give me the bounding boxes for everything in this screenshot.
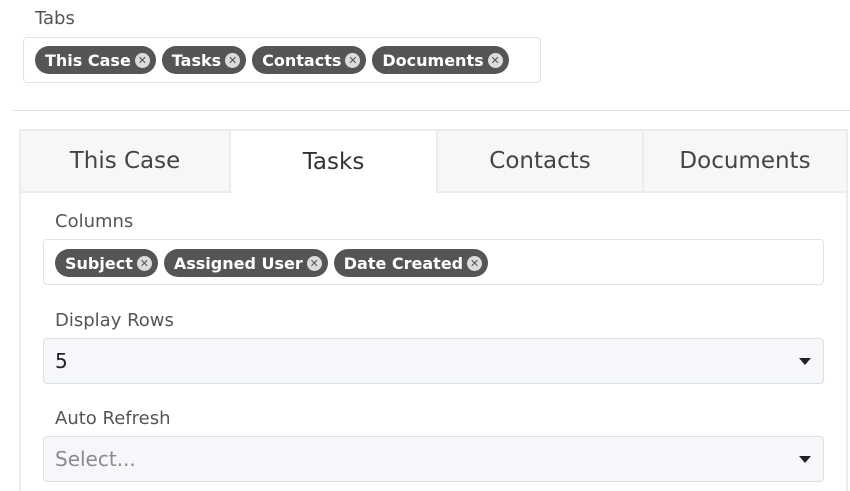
- section-divider: [12, 110, 850, 111]
- tab-this-case[interactable]: This Case: [21, 131, 229, 193]
- remove-tag-icon[interactable]: ✕: [487, 52, 503, 68]
- tab-documents[interactable]: Documents: [642, 131, 846, 193]
- tabs-tag-contacts: Contacts ✕: [252, 46, 367, 74]
- tabs-tag-documents: Documents ✕: [372, 46, 509, 74]
- remove-tag-icon[interactable]: ✕: [345, 52, 361, 68]
- caret-down-icon: [799, 456, 811, 463]
- auto-refresh-placeholder: Select...: [55, 447, 136, 471]
- tab-contacts[interactable]: Contacts: [436, 131, 642, 193]
- auto-refresh-select[interactable]: Select...: [43, 436, 824, 482]
- display-rows-value: 5: [55, 349, 68, 373]
- display-rows-select[interactable]: 5: [43, 338, 824, 384]
- display-rows-label: Display Rows: [55, 310, 174, 331]
- caret-down-icon: [799, 358, 811, 365]
- columns-tag-list: Subject ✕ Assigned User ✕ Date Created ✕: [55, 249, 489, 277]
- tab-tasks[interactable]: Tasks: [229, 131, 436, 193]
- remove-tag-icon[interactable]: ✕: [136, 255, 152, 271]
- tabs-tag-this-case: This Case ✕: [35, 46, 156, 74]
- remove-tag-icon[interactable]: ✕: [467, 255, 483, 271]
- remove-tag-icon[interactable]: ✕: [225, 52, 241, 68]
- tabs-tag-tasks: Tasks ✕: [161, 46, 247, 74]
- tabs-field-label: Tabs: [35, 8, 75, 29]
- remove-tag-icon[interactable]: ✕: [134, 52, 150, 68]
- columns-field-label: Columns: [55, 211, 134, 232]
- tabs-tag-list: This Case ✕ Tasks ✕ Contacts ✕ Documents ✕: [35, 46, 509, 74]
- auto-refresh-label: Auto Refresh: [55, 408, 171, 429]
- columns-tag-date-created: Date Created ✕: [333, 249, 489, 277]
- columns-tag-assigned-user: Assigned User ✕: [163, 249, 328, 277]
- columns-tag-subject: Subject ✕: [55, 249, 158, 277]
- remove-tag-icon[interactable]: ✕: [306, 255, 322, 271]
